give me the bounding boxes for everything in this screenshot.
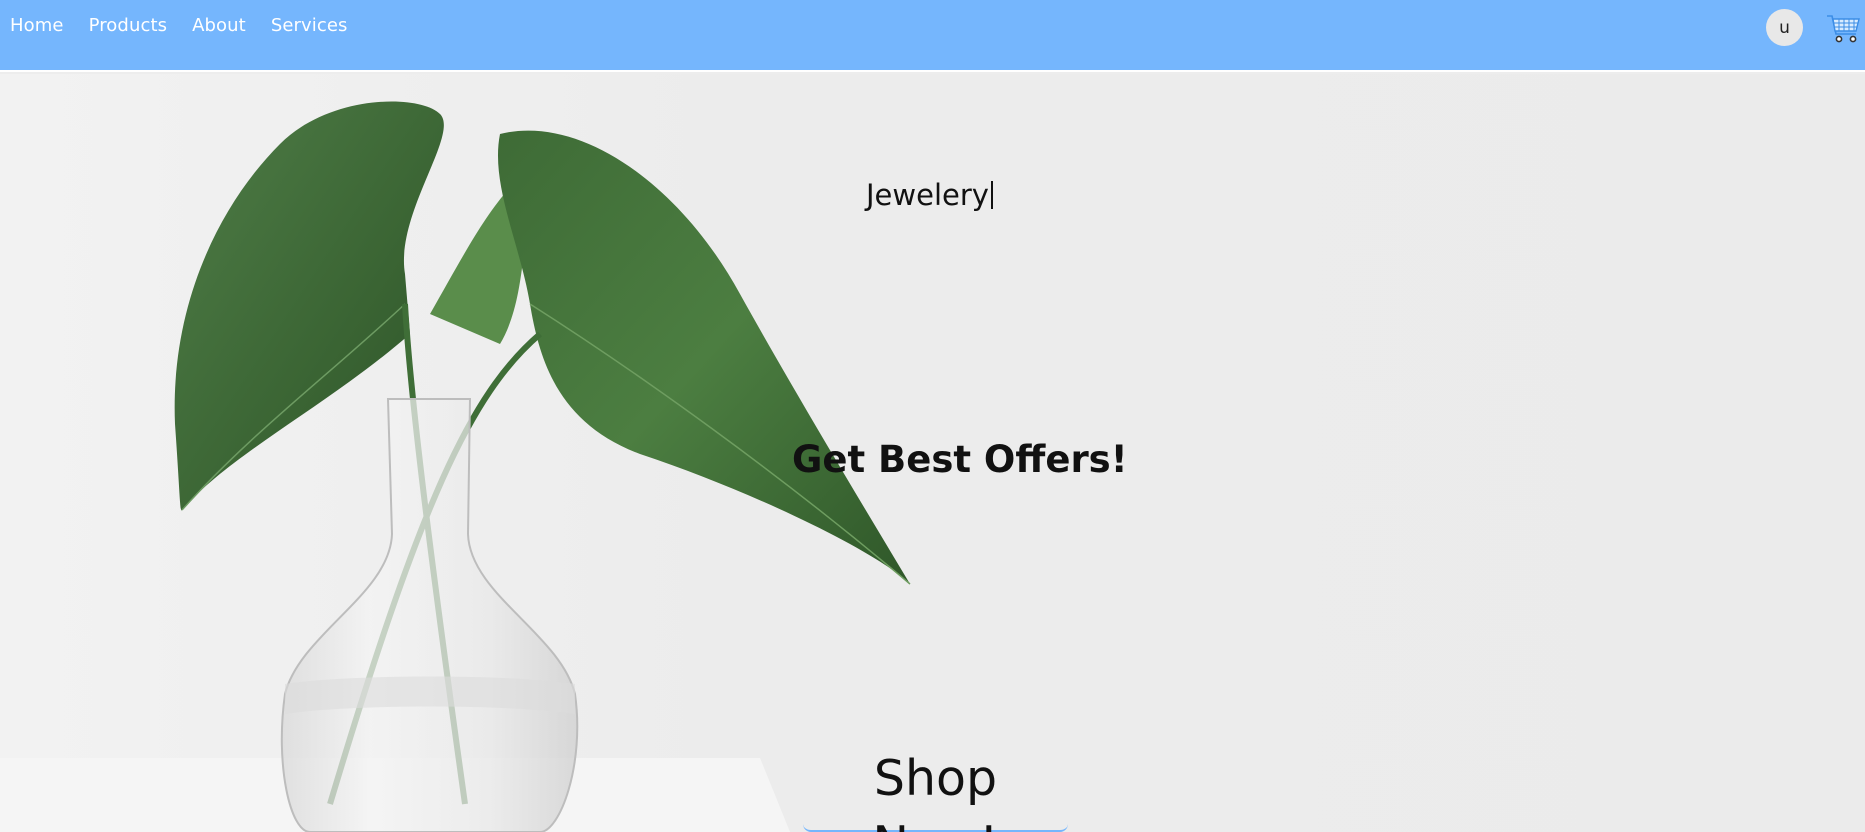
text-caret — [990, 181, 993, 209]
shop-now-button[interactable]: Shop Now! — [803, 746, 1068, 832]
nav-link-home[interactable]: Home — [10, 15, 64, 36]
typed-category-label: Jewelery — [866, 178, 989, 212]
nav-link-services[interactable]: Services — [271, 15, 348, 36]
hero-headline: Get Best Offers! — [792, 438, 1128, 481]
nav-link-about[interactable]: About — [192, 15, 246, 36]
shopping-cart-icon[interactable] — [1825, 10, 1861, 46]
hero-section: Jewelery Get Best Offers! Shop Now! — [0, 74, 1865, 832]
nav-link-products[interactable]: Products — [89, 15, 168, 36]
typed-category-text: Jewelery — [866, 178, 993, 212]
user-avatar[interactable]: u — [1766, 9, 1803, 46]
nav-links: Home Products About Services — [10, 15, 348, 36]
navbar: Home Products About Services u — [0, 0, 1865, 72]
